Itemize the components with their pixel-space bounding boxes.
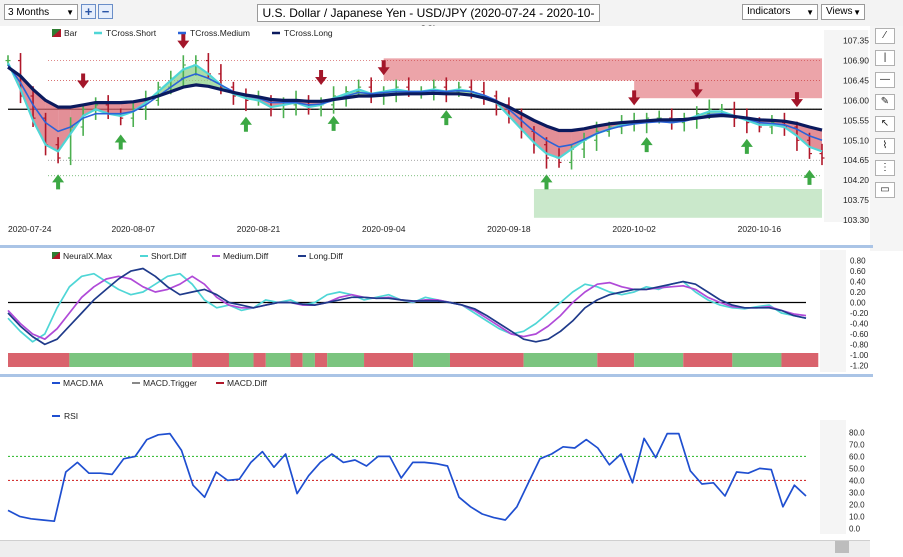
- y-tick-label: 40.0: [849, 476, 865, 485]
- legend-label: MACD.Diff: [227, 378, 268, 388]
- y-tick-label: -0.60: [850, 330, 869, 339]
- y-tick-label: 104.20: [843, 175, 869, 185]
- y-tick-label: 106.45: [843, 76, 869, 86]
- y-tick-label: 103.30: [843, 215, 869, 225]
- y-tick-label: 20.0: [849, 500, 865, 509]
- scrollbar-thumb[interactable]: [835, 541, 849, 553]
- neuralx-band: [302, 353, 315, 367]
- neuralx-band: [449, 353, 524, 367]
- neuralx-band: [327, 353, 365, 367]
- legend-label: NeuralX.Max: [63, 251, 113, 261]
- y-tick-label: 70.0: [849, 440, 865, 449]
- y-tick-label: -0.20: [850, 309, 869, 318]
- y-tick-label: 0.0: [849, 524, 861, 533]
- macd-plot-background: [0, 377, 870, 405]
- y-tick-label: 106.00: [843, 95, 869, 105]
- y-tick-label: 105.10: [843, 135, 869, 145]
- legend-label: TCross.Short: [106, 28, 157, 38]
- horizontal-scrollbar[interactable]: [0, 540, 870, 557]
- x-tick-label: 2020-10-02: [612, 224, 656, 234]
- neuralx-band: [523, 353, 598, 367]
- neuralx-band: [69, 353, 119, 367]
- diff-panel: 0.800.60 0.400.20 0.00-0.20-0.40 -0.60-0.80…: [0, 248, 870, 374]
- legend-label: MACD.MA: [63, 378, 103, 388]
- neuralx-band: [683, 353, 733, 367]
- x-tick-label: 2020-07-24: [8, 224, 52, 234]
- neuralx-band: [8, 353, 70, 367]
- y-tick-label: 10.0: [849, 512, 865, 521]
- bear-cloud-segment: [45, 100, 59, 152]
- y-tick-label: 80.0: [849, 428, 865, 437]
- neuralx-band: [597, 353, 635, 367]
- y-tick-label: 107.35: [843, 36, 869, 46]
- legend-label: RSI: [64, 411, 78, 421]
- legend-label: Long.Diff: [309, 251, 344, 261]
- y-tick-label: -1.00: [850, 351, 869, 360]
- y-tick-label: 0.00: [850, 299, 866, 308]
- sell-zone: [634, 80, 822, 99]
- y-tick-label: 0.60: [850, 267, 866, 276]
- neuralx-band: [265, 353, 291, 367]
- neuralx-band: [413, 353, 450, 367]
- neuralx-band: [228, 353, 254, 367]
- y-tick-label: 0.80: [850, 257, 866, 266]
- y-tick-label: 104.65: [843, 155, 869, 165]
- y-tick-label: 50.0: [849, 464, 865, 473]
- legend-label: Short.Diff: [151, 251, 187, 261]
- legend-label: MACD.Trigger: [143, 378, 197, 388]
- x-tick-label: 2020-09-18: [487, 224, 531, 234]
- x-tick-label: 2020-08-07: [111, 224, 155, 234]
- diff-axis-background: [820, 250, 846, 372]
- neuralx-band: [253, 353, 266, 367]
- y-tick-label: 105.55: [843, 115, 869, 125]
- y-tick-label: -0.40: [850, 319, 869, 328]
- y-tick-label: 60.0: [849, 452, 865, 461]
- y-tick-label: -1.20: [850, 361, 869, 370]
- legend-label: Medium.Diff: [223, 251, 269, 261]
- neuralx-band: [314, 353, 328, 367]
- neuralx-band: [781, 353, 819, 367]
- rsi-axis-background: [820, 420, 846, 534]
- x-tick-label: 2020-09-04: [362, 224, 406, 234]
- neuralx-band: [732, 353, 782, 367]
- price-panel: 107.35 106.90 106.45 106.00 105.55 105.10 104.…: [0, 26, 870, 244]
- x-tick-label: 2020-08-21: [237, 224, 281, 234]
- y-tick-label: 30.0: [849, 488, 865, 497]
- y-tick-label: 106.90: [843, 56, 869, 66]
- macd-panel: MACD.MA MACD.Trigger MACD.Diff: [0, 377, 870, 405]
- legend-label: Bar: [64, 28, 77, 38]
- chart-canvas: 107.35 106.90 106.45 106.00 105.55 105.10 104.…: [0, 26, 870, 539]
- rsi-panel: 80.0 70.0 60.0 50.0 40.0 30.0 20.0 10.0 0.0 RSI: [0, 405, 870, 539]
- buy-zone: [533, 189, 822, 218]
- sell-zone: [383, 58, 822, 81]
- neuralx-band: [634, 353, 684, 367]
- y-tick-label: 0.40: [850, 278, 866, 287]
- legend-label: TCross.Long: [284, 28, 333, 38]
- neuralx-band: [192, 353, 229, 367]
- y-tick-label: 0.20: [850, 288, 866, 297]
- neuralx-band: [364, 353, 414, 367]
- y-tick-label: -0.80: [850, 340, 869, 349]
- neuralx-band: [290, 353, 303, 367]
- legend-label: TCross.Medium: [190, 28, 250, 38]
- neuralx-band: [118, 353, 193, 367]
- x-tick-label: 2020-10-16: [738, 224, 782, 234]
- y-tick-label: 103.75: [843, 195, 869, 205]
